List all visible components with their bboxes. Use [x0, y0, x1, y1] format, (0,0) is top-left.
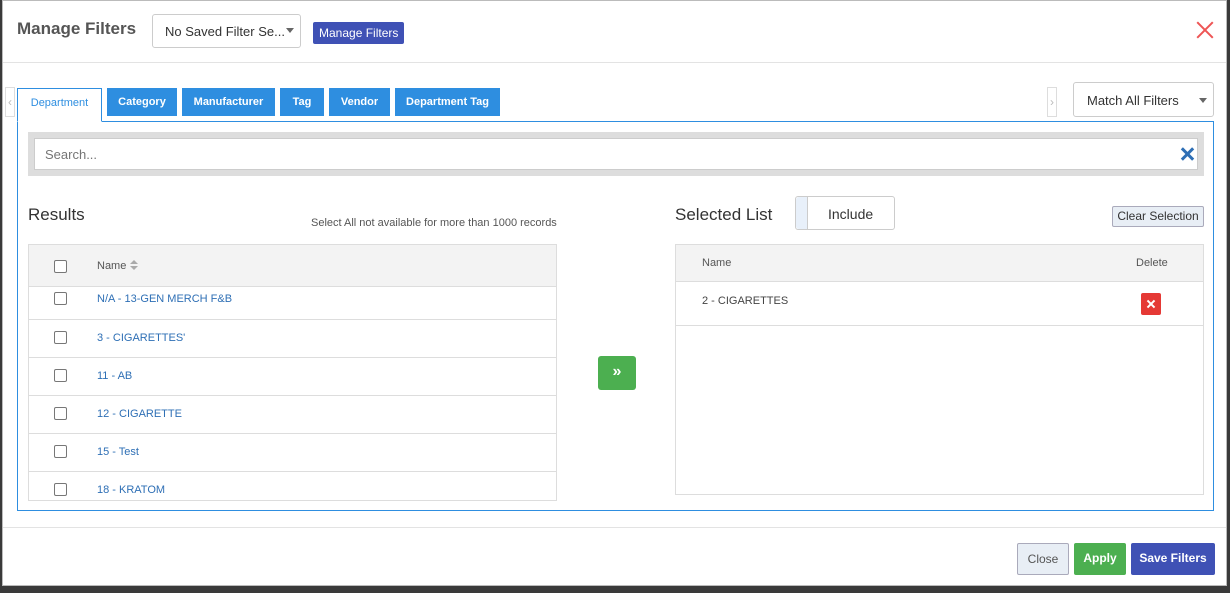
row-label[interactable]: 12 - CIGARETTE	[97, 408, 182, 420]
include-toggle-label: Include	[828, 206, 874, 222]
caret-down-icon	[286, 28, 294, 33]
results-table[interactable]: Name N/A - 13-GEN MERCH F&B 3 - CIGARETT…	[28, 244, 557, 501]
tab-manufacturer[interactable]: Manufacturer	[182, 88, 275, 116]
column-header-name[interactable]: Name	[97, 260, 126, 272]
modal-footer: Close Apply Save Filters	[3, 527, 1226, 587]
table-row: 12 - CIGARETTE	[29, 396, 556, 434]
tab-tag[interactable]: Tag	[280, 88, 324, 116]
apply-button[interactable]: Apply	[1074, 543, 1126, 575]
toggle-knob	[796, 197, 808, 229]
manage-filters-button[interactable]: Manage Filters	[313, 22, 405, 44]
column-header-delete: Delete	[1136, 257, 1168, 269]
search-bar	[28, 132, 1204, 176]
table-row: 11 - AB	[29, 358, 556, 396]
row-checkbox[interactable]	[54, 407, 67, 420]
table-row: 18 - KRATOM	[29, 472, 556, 500]
add-to-selected-button[interactable]: »	[598, 356, 636, 390]
row-label[interactable]: 18 - KRATOM	[97, 484, 165, 496]
table-row: N/A - 13-GEN MERCH F&B	[29, 287, 556, 320]
row-label[interactable]: 3 - CIGARETTES'	[97, 332, 185, 344]
results-table-header: Name	[29, 245, 556, 287]
clear-selection-button[interactable]: Clear Selection	[1112, 206, 1204, 227]
caret-down-icon	[1199, 98, 1207, 103]
search-input[interactable]	[34, 138, 1198, 170]
tab-category[interactable]: Category	[107, 88, 177, 116]
close-button[interactable]: Close	[1017, 543, 1069, 575]
select-all-note: Select All not available for more than 1…	[311, 217, 557, 229]
saved-filter-select[interactable]: No Saved Filter Se...	[152, 14, 301, 48]
table-row: 3 - CIGARETTES'	[29, 320, 556, 358]
tab-department-tag[interactable]: Department Tag	[395, 88, 500, 116]
selected-table: Name Delete 2 - CIGARETTES	[675, 244, 1204, 495]
row-checkbox[interactable]	[54, 483, 67, 496]
tab-scroll-left-icon[interactable]: ‹	[5, 87, 15, 117]
chevrons-right-icon: »	[612, 363, 622, 380]
row-label[interactable]: N/A - 13-GEN MERCH F&B	[97, 293, 232, 305]
modal-header: Manage Filters No Saved Filter Se... Man…	[3, 1, 1226, 63]
sort-icon[interactable]	[130, 260, 138, 272]
delete-icon[interactable]	[1141, 293, 1161, 315]
row-checkbox[interactable]	[54, 369, 67, 382]
modal-title: Manage Filters	[17, 19, 137, 38]
row-label[interactable]: 15 - Test	[97, 446, 139, 458]
select-all-checkbox[interactable]	[54, 260, 67, 273]
match-filters-value: Match All Filters	[1087, 93, 1179, 108]
column-header-name: Name	[702, 257, 732, 269]
table-row: 2 - CIGARETTES	[676, 282, 1203, 326]
clear-search-icon[interactable]	[1180, 147, 1194, 161]
tab-vendor[interactable]: Vendor	[329, 88, 390, 116]
row-checkbox[interactable]	[54, 292, 67, 305]
filter-panel: Results Select All not available for mor…	[17, 121, 1214, 511]
save-filters-button[interactable]: Save Filters	[1131, 543, 1215, 575]
row-label: 2 - CIGARETTES	[702, 295, 789, 307]
row-checkbox[interactable]	[54, 331, 67, 344]
tab-scroll-right-icon[interactable]: ›	[1047, 87, 1057, 117]
selected-table-header: Name Delete	[676, 245, 1203, 282]
include-toggle[interactable]: Include	[795, 196, 895, 230]
row-checkbox[interactable]	[54, 445, 67, 458]
saved-filter-value: No Saved Filter Se...	[165, 24, 285, 39]
selected-list-title: Selected List	[675, 205, 773, 224]
match-filters-select[interactable]: Match All Filters	[1073, 82, 1214, 117]
results-title: Results	[28, 205, 85, 224]
manage-filters-modal: Manage Filters No Saved Filter Se... Man…	[2, 0, 1227, 586]
row-label[interactable]: 11 - AB	[97, 370, 132, 382]
table-row: 15 - Test	[29, 434, 556, 472]
close-icon[interactable]	[1194, 19, 1216, 41]
tab-department[interactable]: Department	[17, 88, 102, 122]
